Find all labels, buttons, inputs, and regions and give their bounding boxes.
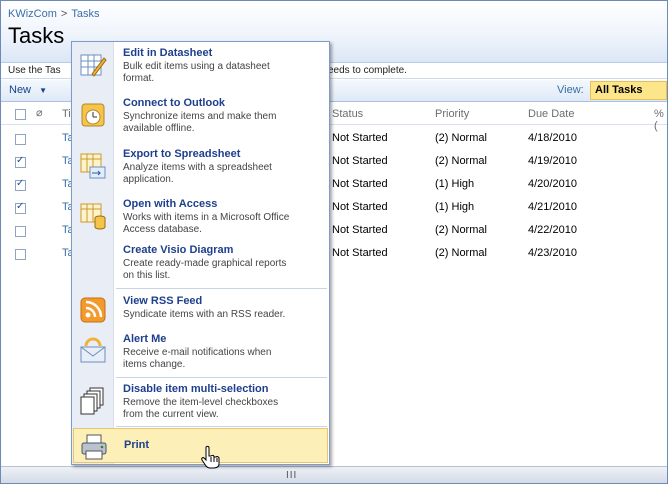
description-right: eeds to complete. bbox=[328, 65, 407, 76]
menu-item-desc: Create ready-made graphical reports bbox=[123, 258, 287, 269]
printer-icon bbox=[81, 434, 107, 460]
new-button-label: New bbox=[9, 84, 32, 96]
row-checkbox[interactable] bbox=[15, 134, 26, 145]
outlook-icon bbox=[81, 103, 105, 127]
row-priority: (1) High bbox=[435, 178, 475, 190]
row-status: Not Started bbox=[332, 224, 388, 236]
menu-item-create-visio-diagram[interactable]: Create Visio Diagram Create ready-made g… bbox=[72, 239, 329, 285]
menu-item-title: Connect to Outlook bbox=[123, 97, 226, 109]
row-priority: (2) Normal bbox=[435, 224, 487, 236]
row-checkbox[interactable] bbox=[15, 249, 26, 260]
multi-select-icon bbox=[80, 387, 104, 415]
menu-item-title: Create Visio Diagram bbox=[123, 244, 234, 256]
horizontal-scrollbar[interactable]: III bbox=[1, 466, 667, 483]
column-due-date[interactable]: Due Date bbox=[528, 108, 574, 120]
menu-item-view-rss-feed[interactable]: View RSS Feed Syndicate items with an RS… bbox=[72, 290, 329, 328]
datasheet-icon bbox=[80, 54, 107, 77]
browser-frame: KWizCom > Tasks Tasks Use the Tas eeds to … bbox=[0, 0, 668, 484]
menu-item-connect-to-outlook[interactable]: Connect to Outlook Synchronize items and… bbox=[72, 92, 329, 137]
row-status: Not Started bbox=[332, 132, 388, 144]
breadcrumb-separator: > bbox=[60, 8, 68, 20]
menu-item-title: Print bbox=[124, 439, 150, 451]
row-status: Not Started bbox=[332, 201, 388, 213]
column-title[interactable]: Ti bbox=[62, 108, 71, 120]
menu-item-title: Open with Access bbox=[123, 198, 218, 210]
chevron-down-icon: ▼ bbox=[39, 86, 47, 95]
menu-item-desc: Bulk edit items using a datasheet bbox=[123, 61, 270, 72]
alert-icon bbox=[80, 337, 106, 363]
menu-item-title: Disable item multi-selection bbox=[123, 383, 269, 395]
menu-item-desc: available offline. bbox=[123, 123, 195, 134]
menu-item-title: Export to Spreadsheet bbox=[123, 148, 241, 160]
row-priority: (2) Normal bbox=[435, 132, 487, 144]
menu-item-desc: Works with items in a Microsoft Office bbox=[123, 212, 290, 223]
menu-item-title: View RSS Feed bbox=[123, 295, 203, 307]
actions-menu: Edit in Datasheet Bulk edit items using … bbox=[71, 41, 330, 465]
row-checkbox[interactable] bbox=[15, 178, 26, 191]
row-priority: (2) Normal bbox=[435, 247, 487, 259]
row-checkbox[interactable] bbox=[15, 226, 26, 237]
view-selector-value: All Tasks bbox=[595, 84, 643, 96]
row-status: Not Started bbox=[332, 178, 388, 190]
menu-item-title: Alert Me bbox=[123, 333, 167, 345]
menu-item-desc: Remove the item-level checkboxes bbox=[123, 397, 279, 408]
row-due-date: 4/19/2010 bbox=[528, 155, 577, 167]
menu-separator bbox=[116, 288, 327, 289]
scrollbar-grip[interactable]: III bbox=[286, 470, 297, 481]
menu-item-desc: Receive e-mail notifications when bbox=[123, 347, 272, 358]
menu-item-desc: Access database. bbox=[123, 224, 202, 235]
row-status: Not Started bbox=[332, 247, 388, 259]
menu-item-alert-me[interactable]: Alert Me Receive e-mail notifications wh… bbox=[72, 331, 329, 377]
row-due-date: 4/20/2010 bbox=[528, 178, 577, 190]
new-menu-button[interactable]: New ▼ bbox=[9, 84, 47, 96]
menu-item-desc: Syndicate items with an RSS reader. bbox=[123, 309, 286, 320]
row-priority: (1) High bbox=[435, 201, 475, 213]
rss-icon bbox=[80, 297, 106, 323]
menu-item-desc: on this list. bbox=[123, 270, 171, 281]
access-icon bbox=[80, 203, 106, 230]
menu-item-open-with-access[interactable]: Open with Access Works with items in a M… bbox=[72, 193, 329, 239]
view-selector[interactable]: All Tasks bbox=[590, 81, 667, 100]
column-priority[interactable]: Priority bbox=[435, 108, 469, 120]
row-status: Not Started bbox=[332, 155, 388, 167]
menu-separator bbox=[116, 426, 327, 427]
row-priority: (2) Normal bbox=[435, 155, 487, 167]
menu-item-edit-in-datasheet[interactable]: Edit in Datasheet Bulk edit items using … bbox=[72, 42, 329, 92]
breadcrumb-site-link[interactable]: KWizCom bbox=[8, 8, 57, 20]
row-due-date: 4/23/2010 bbox=[528, 247, 577, 259]
spreadsheet-icon bbox=[80, 153, 106, 179]
view-label: View: bbox=[557, 84, 584, 96]
page-title: Tasks bbox=[8, 23, 65, 48]
menu-item-title: Edit in Datasheet bbox=[123, 47, 213, 59]
menu-item-desc: format. bbox=[123, 73, 155, 84]
row-due-date: 4/18/2010 bbox=[528, 132, 577, 144]
attachment-icon: ⌀ bbox=[36, 107, 43, 119]
breadcrumb-current[interactable]: Tasks bbox=[71, 8, 99, 20]
menu-item-desc: Synchronize items and make them bbox=[123, 111, 277, 122]
row-due-date: 4/21/2010 bbox=[528, 201, 577, 213]
column-status[interactable]: Status bbox=[332, 108, 363, 120]
menu-item-export-to-spreadsheet[interactable]: Export to Spreadsheet Analyze items with… bbox=[72, 143, 329, 193]
description-left: Use the Tas bbox=[8, 65, 61, 76]
row-checkbox[interactable] bbox=[15, 155, 26, 168]
hand-cursor-icon bbox=[201, 445, 220, 469]
breadcrumb: KWizCom > Tasks bbox=[8, 8, 99, 20]
menu-item-desc: Analyze items with a spreadsheet bbox=[123, 162, 272, 173]
menu-item-desc: application. bbox=[123, 174, 174, 185]
menu-item-disable-multi-selection[interactable]: Disable item multi-selection Remove the … bbox=[72, 378, 329, 426]
menu-item-desc: items change. bbox=[123, 359, 186, 370]
row-due-date: 4/22/2010 bbox=[528, 224, 577, 236]
menu-item-desc: from the current view. bbox=[123, 409, 219, 420]
row-checkbox[interactable] bbox=[15, 201, 26, 214]
select-all-checkbox[interactable] bbox=[15, 109, 26, 120]
